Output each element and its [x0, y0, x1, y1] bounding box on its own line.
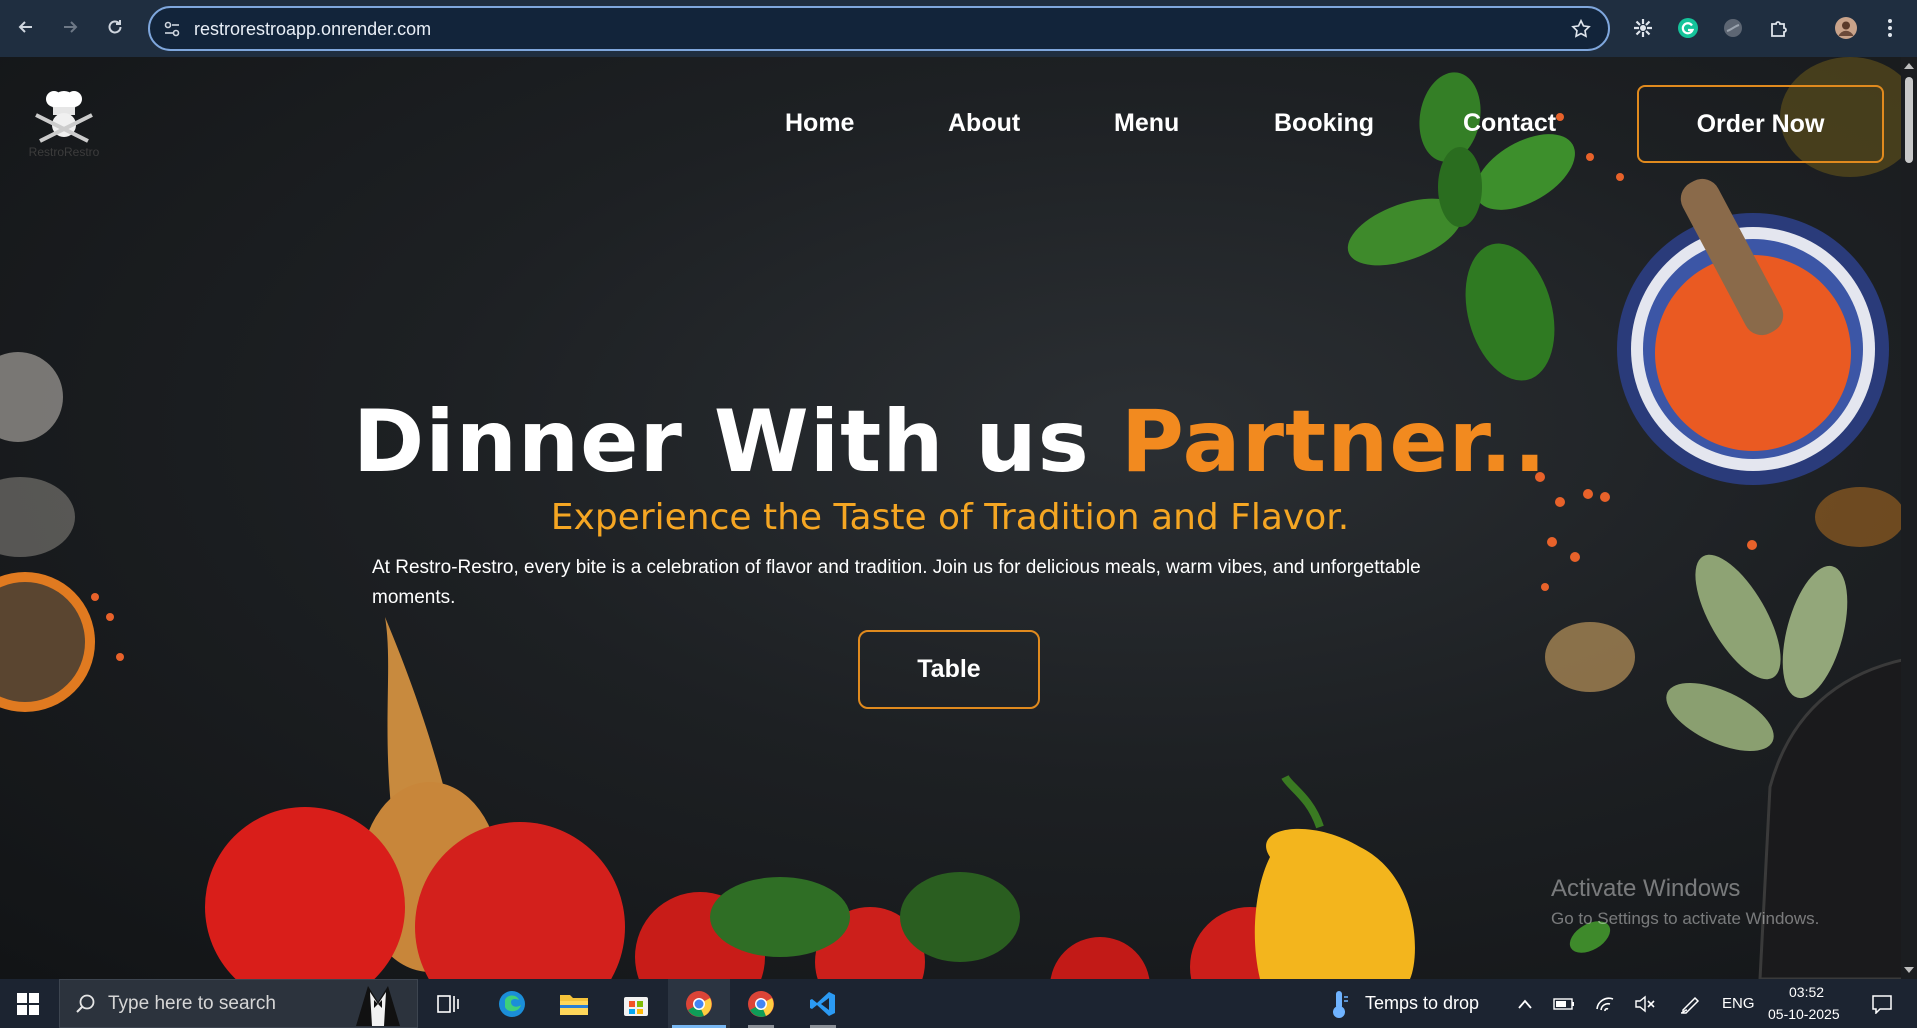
chef-logo-icon [35, 91, 93, 143]
nav-booking[interactable]: Booking [1274, 109, 1374, 138]
pen-tray-icon[interactable] [1677, 979, 1703, 1028]
star-icon[interactable] [1570, 18, 1592, 40]
watermark-subtitle: Go to Settings to activate Windows. [1551, 909, 1820, 928]
store-taskbar-icon[interactable] [612, 979, 660, 1028]
notification-center-button[interactable] [1862, 979, 1902, 1028]
battery-icon [1553, 997, 1574, 1010]
gear-flower-icon [1634, 19, 1652, 37]
puzzle-icon [1771, 21, 1787, 37]
activate-windows-watermark: Activate Windows Go to Settings to activ… [1551, 875, 1819, 929]
thermometer-icon [1333, 990, 1348, 1018]
nav-home[interactable]: Home [785, 109, 854, 138]
address-bar[interactable]: restrorestroapp.onrender.com [148, 6, 1610, 51]
volume-tray-icon[interactable] [1632, 979, 1658, 1028]
table-button[interactable]: Table [858, 630, 1040, 709]
search-icon [76, 994, 95, 1013]
network-tray-icon[interactable] [1593, 979, 1619, 1028]
show-hidden-icons-button[interactable] [1512, 979, 1538, 1028]
weather-widget-icon[interactable] [1325, 979, 1355, 1028]
windows-logo-icon [17, 992, 39, 1015]
browser-menu-button[interactable] [1876, 14, 1904, 42]
task-view-icon [437, 994, 459, 1013]
hero-title: Dinner With us Partner.. [0, 392, 1900, 492]
forward-button[interactable] [55, 12, 85, 42]
site-logo[interactable]: RestroRestro [26, 85, 102, 165]
taskbar-search[interactable]: Type here to search [59, 979, 418, 1028]
page-viewport: RestroRestro Home About Menu Booking Con… [0, 57, 1917, 979]
back-button[interactable] [11, 12, 41, 42]
vscode-icon [810, 991, 835, 1016]
folder-icon [560, 994, 588, 1015]
chevron-up-icon [1518, 999, 1532, 1009]
page-scrollbar[interactable] [1901, 57, 1917, 979]
windows-taskbar: Type here to search Temps to drop ENG 03… [0, 979, 1917, 1028]
clock-date[interactable]: 05-10-2025 [1768, 1006, 1840, 1022]
arrow-left-icon [18, 21, 32, 33]
hero-title-main: Dinner With us [352, 392, 1121, 492]
wifi-icon [1596, 997, 1614, 1011]
profile-avatar[interactable] [1832, 14, 1860, 42]
disabled-extension-icon [1724, 19, 1742, 37]
tuxedo-search-highlight-icon [356, 986, 400, 1026]
scroll-down-arrow[interactable] [1904, 967, 1914, 973]
edge-taskbar-icon[interactable] [488, 979, 536, 1028]
task-view-button[interactable] [430, 979, 466, 1028]
browser-toolbar: restrorestroapp.onrender.com [0, 0, 1917, 57]
chrome-profile-taskbar-icon[interactable] [736, 979, 786, 1028]
edge-icon [499, 990, 525, 1017]
reload-icon [108, 20, 122, 34]
url-text[interactable]: restrorestroapp.onrender.com [194, 19, 431, 40]
extension-icon-3[interactable] [1719, 14, 1747, 42]
speaker-muted-icon [1635, 995, 1655, 1012]
more-vertical-icon [1888, 19, 1892, 37]
battery-tray-icon[interactable] [1551, 979, 1577, 1028]
reload-button[interactable] [100, 12, 130, 42]
arrow-right-icon [64, 21, 78, 33]
chrome-icon [748, 990, 774, 1017]
site-settings-icon[interactable] [162, 19, 182, 39]
nav-contact[interactable]: Contact [1463, 109, 1556, 138]
hero-description: At Restro-Restro, every bite is a celebr… [372, 557, 1421, 608]
extensions-button[interactable] [1765, 14, 1793, 42]
extension-icon-1[interactable] [1629, 14, 1657, 42]
scroll-up-arrow[interactable] [1904, 63, 1914, 69]
order-now-button[interactable]: Order Now [1637, 85, 1884, 163]
start-button[interactable] [0, 979, 56, 1028]
logo-text: RestroRestro [28, 145, 100, 159]
file-explorer-taskbar-icon[interactable] [550, 979, 598, 1028]
chrome-taskbar-icon-active[interactable] [668, 979, 730, 1028]
language-indicator[interactable]: ENG [1722, 995, 1755, 1012]
weather-text[interactable]: Temps to drop [1365, 993, 1479, 1014]
notification-icon [1872, 994, 1892, 1014]
avatar-icon [1835, 17, 1857, 39]
vscode-taskbar-icon[interactable] [798, 979, 848, 1028]
scrollbar-thumb[interactable] [1905, 77, 1913, 163]
store-icon [624, 996, 648, 1016]
hero-title-accent: Partner.. [1120, 392, 1548, 492]
watermark-title: Activate Windows [1551, 875, 1741, 902]
chrome-icon [686, 990, 712, 1017]
grammarly-extension[interactable] [1674, 14, 1702, 42]
pen-icon [1680, 996, 1700, 1014]
clock-time[interactable]: 03:52 [1789, 984, 1824, 1000]
search-placeholder[interactable]: Type here to search [108, 993, 276, 1015]
nav-about[interactable]: About [948, 109, 1020, 138]
nav-menu[interactable]: Menu [1114, 109, 1179, 138]
hero-subtitle: Experience the Taste of Tradition and Fl… [550, 497, 1350, 538]
grammarly-icon [1678, 18, 1698, 38]
